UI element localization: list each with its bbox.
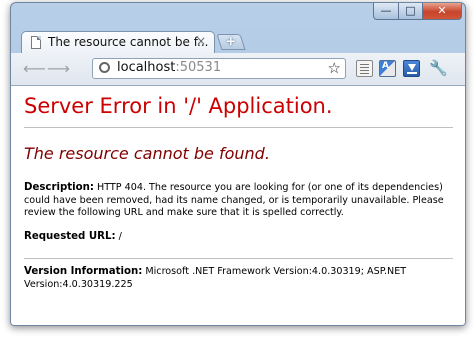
page-icon: [99, 62, 110, 73]
url-host: localhost: [117, 60, 176, 75]
document-icon: [31, 36, 41, 49]
translate-icon[interactable]: A: [379, 60, 396, 77]
address-bar[interactable]: localhost:50531 ☆: [92, 58, 346, 79]
url-text[interactable]: localhost:50531: [117, 60, 221, 75]
requested-url: Requested URL: /: [24, 231, 453, 244]
close-button[interactable]: ✕: [422, 3, 462, 20]
toolbar: ⟵ ⟶ localhost:50531 ☆ A 🔧: [11, 53, 465, 86]
back-icon[interactable]: ⟵: [23, 59, 46, 78]
requested-url-value: /: [118, 231, 122, 242]
error-heading: Server Error in '/' Application.: [24, 94, 333, 118]
minimize-button[interactable]: —: [373, 3, 399, 20]
new-tab-button[interactable]: +: [216, 34, 246, 50]
divider: [24, 127, 453, 128]
star-icon[interactable]: ☆: [328, 59, 341, 77]
version-information: Version Information: Microsoft .NET Fram…: [24, 266, 453, 291]
tab-title: The resource cannot be f...: [48, 35, 209, 49]
download-icon[interactable]: [403, 60, 420, 77]
divider: [24, 258, 453, 259]
plus-icon: +: [225, 34, 236, 48]
wrench-icon[interactable]: 🔧: [429, 59, 448, 77]
description: Description: HTTP 404. The resource you …: [24, 182, 453, 220]
tab-close-icon[interactable]: ×: [196, 34, 206, 48]
tab-active[interactable]: The resource cannot be f... ×: [21, 31, 215, 53]
maximize-button[interactable]: □: [398, 3, 423, 20]
title-bar: The resource cannot be f... × + — □ ✕: [11, 3, 465, 53]
browser-window: The resource cannot be f... × + — □ ✕ ⟵ …: [10, 2, 466, 326]
description-label: Description:: [24, 182, 94, 193]
page-action-icon[interactable]: [356, 60, 373, 77]
requested-url-label: Requested URL:: [24, 231, 116, 242]
url-port: :50531: [175, 60, 222, 75]
error-subheading: The resource cannot be found.: [24, 144, 270, 163]
forward-icon[interactable]: ⟶: [47, 59, 70, 78]
page-content: Server Error in '/' Application. The res…: [11, 86, 465, 325]
version-label: Version Information:: [24, 266, 143, 277]
